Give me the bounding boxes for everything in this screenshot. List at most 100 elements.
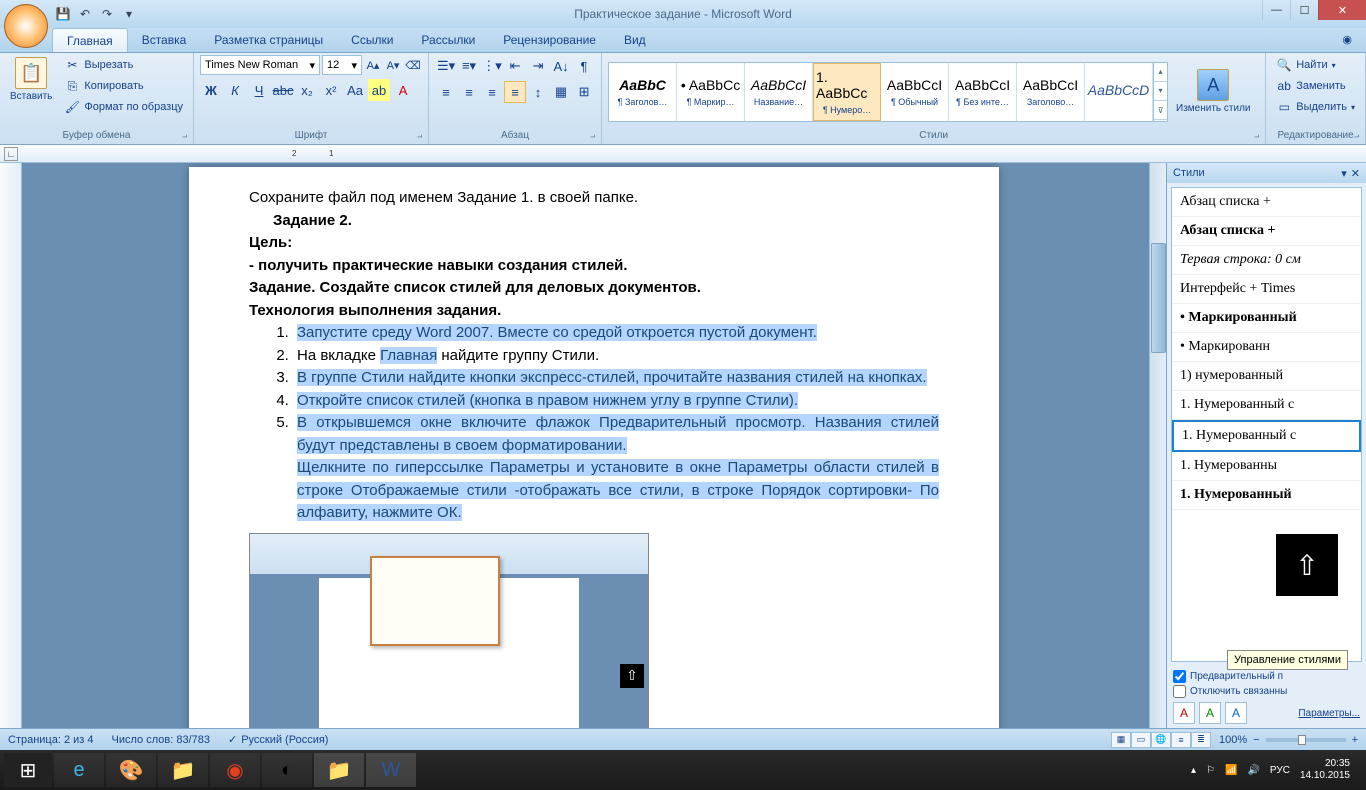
help-icon[interactable]: ◉ xyxy=(1336,28,1358,52)
view-outline[interactable]: ≡ xyxy=(1171,732,1191,748)
status-words[interactable]: Число слов: 83/783 xyxy=(112,734,210,746)
font-size-select[interactable]: 12▾ xyxy=(322,55,362,75)
manage-styles-button[interactable]: A xyxy=(1225,702,1247,724)
align-justify-button[interactable]: ≡ xyxy=(504,81,526,103)
tab-mailings[interactable]: Рассылки xyxy=(407,28,489,52)
document-area[interactable]: Сохраните файл под именем Задание 1. в с… xyxy=(22,163,1166,728)
pane-style-item[interactable]: • Маркированный xyxy=(1172,304,1361,333)
style-gallery-item[interactable]: AaBbC¶ Заголов… xyxy=(609,63,677,121)
tab-insert[interactable]: Вставка xyxy=(128,28,201,52)
tray-network-icon[interactable]: 📶 xyxy=(1225,765,1237,776)
style-inspector-button[interactable]: A xyxy=(1199,702,1221,724)
grow-font-button[interactable]: A▴ xyxy=(364,56,382,74)
ruler-horizontal[interactable]: ∟ 21 xyxy=(0,145,1366,163)
pane-style-item[interactable]: Интерфейс + Times xyxy=(1172,275,1361,304)
italic-button[interactable]: К xyxy=(224,79,246,101)
font-family-select[interactable]: Times New Roman▾ xyxy=(200,55,320,75)
maximize-button[interactable]: ☐ xyxy=(1290,0,1318,20)
pane-style-item[interactable]: 1. Нумерованный с xyxy=(1172,420,1361,452)
disable-linked-checkbox[interactable]: Отключить связанны xyxy=(1173,685,1360,698)
tab-home[interactable]: Главная xyxy=(52,28,128,52)
change-case-button[interactable]: Aa xyxy=(344,79,366,101)
align-center-button[interactable]: ≡ xyxy=(458,81,480,103)
minimize-button[interactable]: — xyxy=(1262,0,1290,20)
tray-up-icon[interactable]: ▴ xyxy=(1191,765,1196,776)
style-gallery-item[interactable]: AaBbCcD xyxy=(1085,63,1153,121)
indent-button[interactable]: ⇥ xyxy=(527,55,549,77)
zoom-thumb[interactable] xyxy=(1298,735,1306,745)
align-left-button[interactable]: ≡ xyxy=(435,81,457,103)
find-button[interactable]: 🔍Найти▾ xyxy=(1272,55,1359,75)
new-style-button[interactable]: A xyxy=(1173,702,1195,724)
tray-lang[interactable]: РУС xyxy=(1270,765,1290,776)
highlight-button[interactable]: ab xyxy=(368,79,390,101)
taskbar-ie[interactable]: e xyxy=(54,753,104,787)
qat-custom-icon[interactable]: ▾ xyxy=(120,5,138,23)
shading-button[interactable]: ▦ xyxy=(550,81,572,103)
view-print-layout[interactable]: ▦ xyxy=(1111,732,1131,748)
style-gallery-item[interactable]: AaBbCcI¶ Обычный xyxy=(881,63,949,121)
superscript-button[interactable]: x² xyxy=(320,79,342,101)
tab-references[interactable]: Ссылки xyxy=(337,28,407,52)
line-spacing-button[interactable]: ↕ xyxy=(527,81,549,103)
pane-style-item[interactable]: Абзац списка + xyxy=(1172,217,1361,246)
view-draft[interactable]: ≣ xyxy=(1191,732,1211,748)
bullets-button[interactable]: ☰▾ xyxy=(435,55,457,77)
select-button[interactable]: ▭Выделить▾ xyxy=(1272,97,1359,117)
office-button[interactable] xyxy=(4,4,48,48)
start-button[interactable]: ⊞ xyxy=(4,753,52,787)
zoom-level[interactable]: 100% xyxy=(1219,734,1247,746)
pane-style-item[interactable]: 1. Нумерованный с xyxy=(1172,391,1361,420)
save-icon[interactable]: 💾 xyxy=(54,5,72,23)
font-color-button[interactable]: A xyxy=(392,79,414,101)
style-gallery-item[interactable]: 1. AaBbCc¶ Нумеро… xyxy=(813,63,881,121)
outdent-button[interactable]: ⇤ xyxy=(504,55,526,77)
redo-icon[interactable]: ↷ xyxy=(98,5,116,23)
pane-style-item[interactable]: Тервая строка: 0 см xyxy=(1172,246,1361,275)
taskbar-word[interactable]: W xyxy=(366,753,416,787)
zoom-slider[interactable] xyxy=(1266,738,1346,742)
pane-style-item[interactable]: 1) нумерованный xyxy=(1172,362,1361,391)
multilevel-button[interactable]: ⋮▾ xyxy=(481,55,503,77)
paste-button[interactable]: 📋 Вставить xyxy=(6,55,56,104)
tray-volume-icon[interactable]: 🔊 xyxy=(1247,765,1259,776)
style-gallery-item[interactable]: • AaBbCc¶ Маркир… xyxy=(677,63,745,121)
params-link[interactable]: Параметры... xyxy=(1298,708,1360,719)
pane-close-icon[interactable]: ✕ xyxy=(1351,167,1360,180)
pane-style-item[interactable]: • Маркированн xyxy=(1172,333,1361,362)
tab-selector[interactable]: ∟ xyxy=(4,147,18,161)
sort-button[interactable]: A↓ xyxy=(550,55,572,77)
ruler-vertical[interactable] xyxy=(0,163,22,728)
preview-checkbox[interactable]: Предварительный п xyxy=(1173,670,1360,683)
gallery-scroll[interactable]: ▴▾⊽ xyxy=(1153,63,1167,121)
tab-view[interactable]: Вид xyxy=(610,28,660,52)
align-right-button[interactable]: ≡ xyxy=(481,81,503,103)
status-page[interactable]: Страница: 2 из 4 xyxy=(8,734,94,746)
undo-icon[interactable]: ↶ xyxy=(76,5,94,23)
bold-button[interactable]: Ж xyxy=(200,79,222,101)
tab-review[interactable]: Рецензирование xyxy=(489,28,610,52)
cut-button[interactable]: ✂Вырезать xyxy=(60,55,187,75)
subscript-button[interactable]: x₂ xyxy=(296,79,318,101)
tab-layout[interactable]: Разметка страницы xyxy=(200,28,337,52)
borders-button[interactable]: ⊞ xyxy=(573,81,595,103)
zoom-out-button[interactable]: − xyxy=(1253,734,1259,746)
scrollbar-vertical[interactable] xyxy=(1149,163,1166,728)
pane-dropdown-icon[interactable]: ▾ xyxy=(1341,167,1347,180)
style-gallery-item[interactable]: AaBbCcI¶ Без инте… xyxy=(949,63,1017,121)
styles-gallery[interactable]: AaBbC¶ Заголов…• AaBbCc¶ Маркир…AaBbCcIН… xyxy=(608,62,1168,122)
numbering-button[interactable]: ≡▾ xyxy=(458,55,480,77)
style-gallery-item[interactable]: AaBbCcIЗаголово… xyxy=(1017,63,1085,121)
close-button[interactable]: ✕ xyxy=(1318,0,1366,20)
pane-style-item[interactable]: 1. Нумерованны xyxy=(1172,452,1361,481)
tray-flag-icon[interactable]: ⚐ xyxy=(1206,765,1215,776)
scrollbar-thumb[interactable] xyxy=(1151,243,1166,353)
copy-button[interactable]: ⎘Копировать xyxy=(60,76,187,96)
show-marks-button[interactable]: ¶ xyxy=(573,55,595,77)
shrink-font-button[interactable]: A▾ xyxy=(384,56,402,74)
replace-button[interactable]: abЗаменить xyxy=(1272,76,1359,96)
change-styles-button[interactable]: A Изменить стили xyxy=(1172,67,1254,116)
zoom-in-button[interactable]: + xyxy=(1352,734,1358,746)
taskbar-chrome[interactable]: ◐ xyxy=(262,753,312,787)
pane-style-item[interactable]: Абзац списка + xyxy=(1172,188,1361,217)
